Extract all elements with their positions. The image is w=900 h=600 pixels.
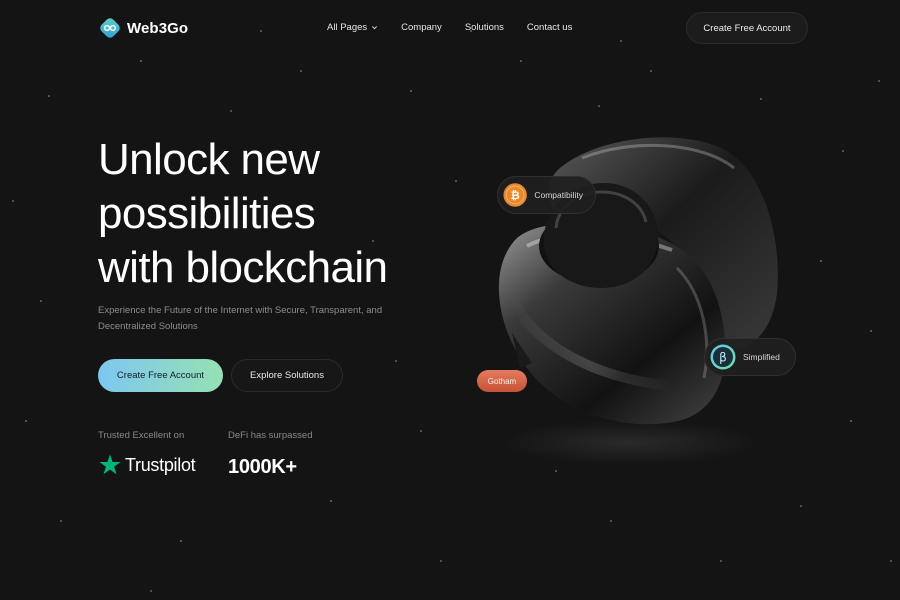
header-create-account-button[interactable]: Create Free Account bbox=[686, 12, 808, 44]
simplified-label: Simplified bbox=[743, 352, 780, 362]
simplified-chip: β Simplified bbox=[704, 338, 796, 376]
nav-item-label: Company bbox=[401, 22, 442, 33]
svg-text:₿: ₿ bbox=[511, 189, 520, 202]
bitcoin-icon: ₿ bbox=[503, 183, 527, 207]
compatibility-label: Compatibility bbox=[534, 190, 583, 200]
trustpilot-star-icon bbox=[99, 454, 121, 475]
svg-text:β: β bbox=[719, 351, 727, 365]
nav-item-contact[interactable]: Contact us bbox=[527, 22, 572, 33]
nav-item-label: Solutions bbox=[464, 22, 504, 33]
explore-solutions-button[interactable]: Explore Solutions bbox=[231, 359, 343, 392]
main-nav: All Pages Company Solutions Contact us bbox=[327, 22, 572, 33]
gotham-tag: Gotham bbox=[477, 370, 527, 392]
nav-item-solutions[interactable]: Solutions bbox=[465, 22, 504, 33]
hero-subtitle: Experience the Future of the Internet wi… bbox=[98, 305, 383, 332]
b-coin-icon: β bbox=[710, 344, 736, 370]
hero-title-line: with blockchain bbox=[98, 243, 388, 292]
nav-item-company[interactable]: Company bbox=[401, 22, 442, 33]
defi-value: 1000K+ bbox=[228, 456, 297, 478]
nav-item-label: Contact us bbox=[526, 22, 573, 33]
brand-logo[interactable]: Web3Go bbox=[99, 17, 188, 39]
trustpilot-wordmark: Trustpilot bbox=[125, 454, 196, 475]
hero-title-line: Unlock new bbox=[98, 135, 320, 184]
hero-title: Unlock new possibilities with blockchain bbox=[98, 133, 458, 295]
nav-item-label: All Pages bbox=[327, 22, 368, 33]
chevron-down-icon bbox=[372, 26, 378, 30]
compatibility-chip: ₿ Compatibility bbox=[497, 176, 596, 214]
brand-name: Web3Go bbox=[127, 19, 189, 37]
nav-item-all-pages[interactable]: All Pages bbox=[327, 22, 378, 33]
web3go-logo-icon bbox=[100, 18, 120, 38]
create-free-account-button[interactable]: Create Free Account bbox=[98, 359, 223, 392]
defi-label: DeFi has surpassed bbox=[228, 430, 313, 441]
trust-label: Trusted Excellent on bbox=[98, 430, 185, 441]
trustpilot-badge[interactable]: Trustpilot bbox=[98, 453, 196, 477]
hero-title-line: possibilities bbox=[98, 189, 316, 238]
